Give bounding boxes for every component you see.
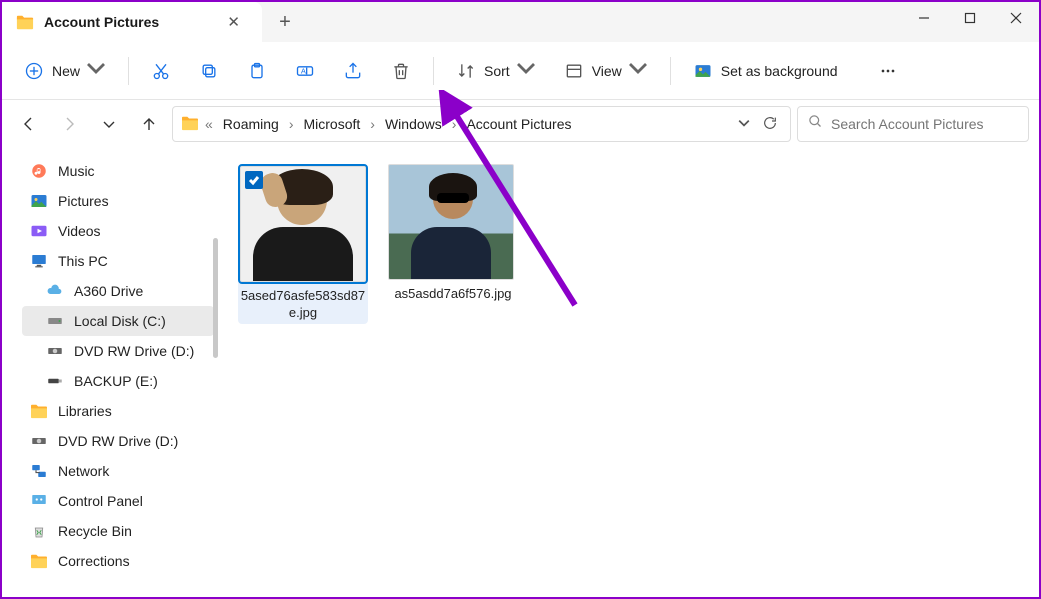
svg-text:A: A [301,66,306,75]
minimize-button[interactable] [901,2,947,34]
chevron-down-icon [86,58,106,83]
sidebar-item-label: DVD RW Drive (D:) [74,343,194,359]
sidebar-item[interactable]: Corrections [2,546,220,576]
thispc-icon [30,252,48,270]
chevron-right-icon: › [368,116,377,132]
sidebar-item[interactable]: Network [2,456,220,486]
sidebar-item-label: Libraries [58,403,112,419]
folder-icon [30,402,48,420]
sidebar-item[interactable]: Music [2,156,220,186]
new-tab-button[interactable]: + [262,2,308,42]
sidebar-item-label: BACKUP (E:) [74,373,158,389]
rename-button[interactable]: A [283,51,327,91]
chevron-right-icon: › [287,116,296,132]
breadcrumb-seg[interactable]: Roaming [219,114,283,134]
sidebar-item-label: Recycle Bin [58,523,132,539]
paste-button[interactable] [235,51,279,91]
refresh-button[interactable] [762,115,778,134]
breadcrumb-seg[interactable]: Windows [381,114,446,134]
more-button[interactable] [866,51,910,91]
folder-icon [16,14,34,30]
tab-title: Account Pictures [44,14,211,30]
sidebar-item-label: Music [58,163,95,179]
search-input[interactable] [831,116,1018,132]
path-dropdown-button[interactable] [738,116,750,132]
sidebar-item[interactable]: DVD RW Drive (D:) [2,336,220,366]
close-window-button[interactable] [993,2,1039,34]
file-name: 5ased76asfe583sd87e.jpg [240,288,366,322]
search-box[interactable] [797,106,1029,142]
close-tab-button[interactable]: ✕ [221,11,246,33]
sidebar-item-label: A360 Drive [74,283,143,299]
scrollbar[interactable] [213,238,218,358]
delete-button[interactable] [379,51,423,91]
sidebar-item[interactable]: Libraries [2,396,220,426]
sidebar-item-label: Videos [58,223,101,239]
breadcrumb-seg[interactable]: Microsoft [300,114,365,134]
check-icon[interactable] [245,171,263,189]
chevron-right-icon: › [450,116,459,132]
videos-icon [30,222,48,240]
sidebar-item-label: Control Panel [58,493,143,509]
sidebar-item[interactable]: BACKUP (E:) [2,366,220,396]
file-item[interactable]: 5ased76asfe583sd87e.jpg [238,164,368,324]
control-icon [30,492,48,510]
sidebar-item[interactable]: A360 Drive [2,276,220,306]
cloud-icon [46,282,64,300]
picture-icon [693,61,713,81]
toolbar: New A Sort View Set as background [2,42,1039,100]
sidebar-item-label: Local Disk (C:) [74,313,166,329]
up-button[interactable] [132,107,166,141]
search-icon [808,114,823,134]
breadcrumb-seg[interactable]: Account Pictures [462,114,575,134]
folder-icon [181,115,199,134]
back-button[interactable] [12,107,46,141]
chevron-down-icon [628,58,648,83]
sidebar-item[interactable]: This PC [2,246,220,276]
network-icon [30,462,48,480]
chevron-down-icon [516,58,536,83]
explorer-tab[interactable]: Account Pictures ✕ [2,2,262,42]
sidebar-item[interactable]: Videos [2,216,220,246]
cut-button[interactable] [139,51,183,91]
breadcrumb[interactable]: « Roaming › Microsoft › Windows › Accoun… [172,106,791,142]
sidebar-item-label: This PC [58,253,108,269]
recycle-icon [30,522,48,540]
folder-icon [30,552,48,570]
sidebar-item-label: DVD RW Drive (D:) [58,433,178,449]
file-view[interactable]: 5ased76asfe583sd87e.jpg as5asdd7a6f576.j… [220,148,1039,597]
sidebar-item[interactable]: Local Disk (C:) [22,306,214,336]
dvd-icon [30,432,48,450]
thumbnail [240,166,366,282]
window-controls [901,2,1039,42]
sidebar-item-label: Pictures [58,193,109,209]
sort-button[interactable]: Sort [444,51,548,91]
music-icon [30,162,48,180]
forward-button[interactable] [52,107,86,141]
address-bar: « Roaming › Microsoft › Windows › Accoun… [2,100,1039,148]
view-button[interactable]: View [552,51,660,91]
file-item[interactable]: as5asdd7a6f576.jpg [388,164,518,303]
sidebar-item-label: Corrections [58,553,130,569]
recent-button[interactable] [92,107,126,141]
thumbnail [388,164,514,280]
pictures-icon [30,192,48,210]
dvd-icon [46,342,64,360]
usb-icon [46,372,64,390]
share-button[interactable] [331,51,375,91]
file-name: as5asdd7a6f576.jpg [388,286,518,303]
sidebar-item[interactable]: Control Panel [2,486,220,516]
set-background-button[interactable]: Set as background [681,51,850,91]
drive-icon [46,312,64,330]
title-bar: Account Pictures ✕ + [2,2,1039,42]
copy-button[interactable] [187,51,231,91]
sidebar-item[interactable]: Pictures [2,186,220,216]
sidebar: Music Pictures Videos This PC A360 Drive Loca… [2,148,220,597]
sidebar-item-label: Network [58,463,109,479]
sidebar-item[interactable]: DVD RW Drive (D:) [2,426,220,456]
sidebar-item[interactable]: Recycle Bin [2,516,220,546]
maximize-button[interactable] [947,2,993,34]
new-button[interactable]: New [12,51,118,91]
